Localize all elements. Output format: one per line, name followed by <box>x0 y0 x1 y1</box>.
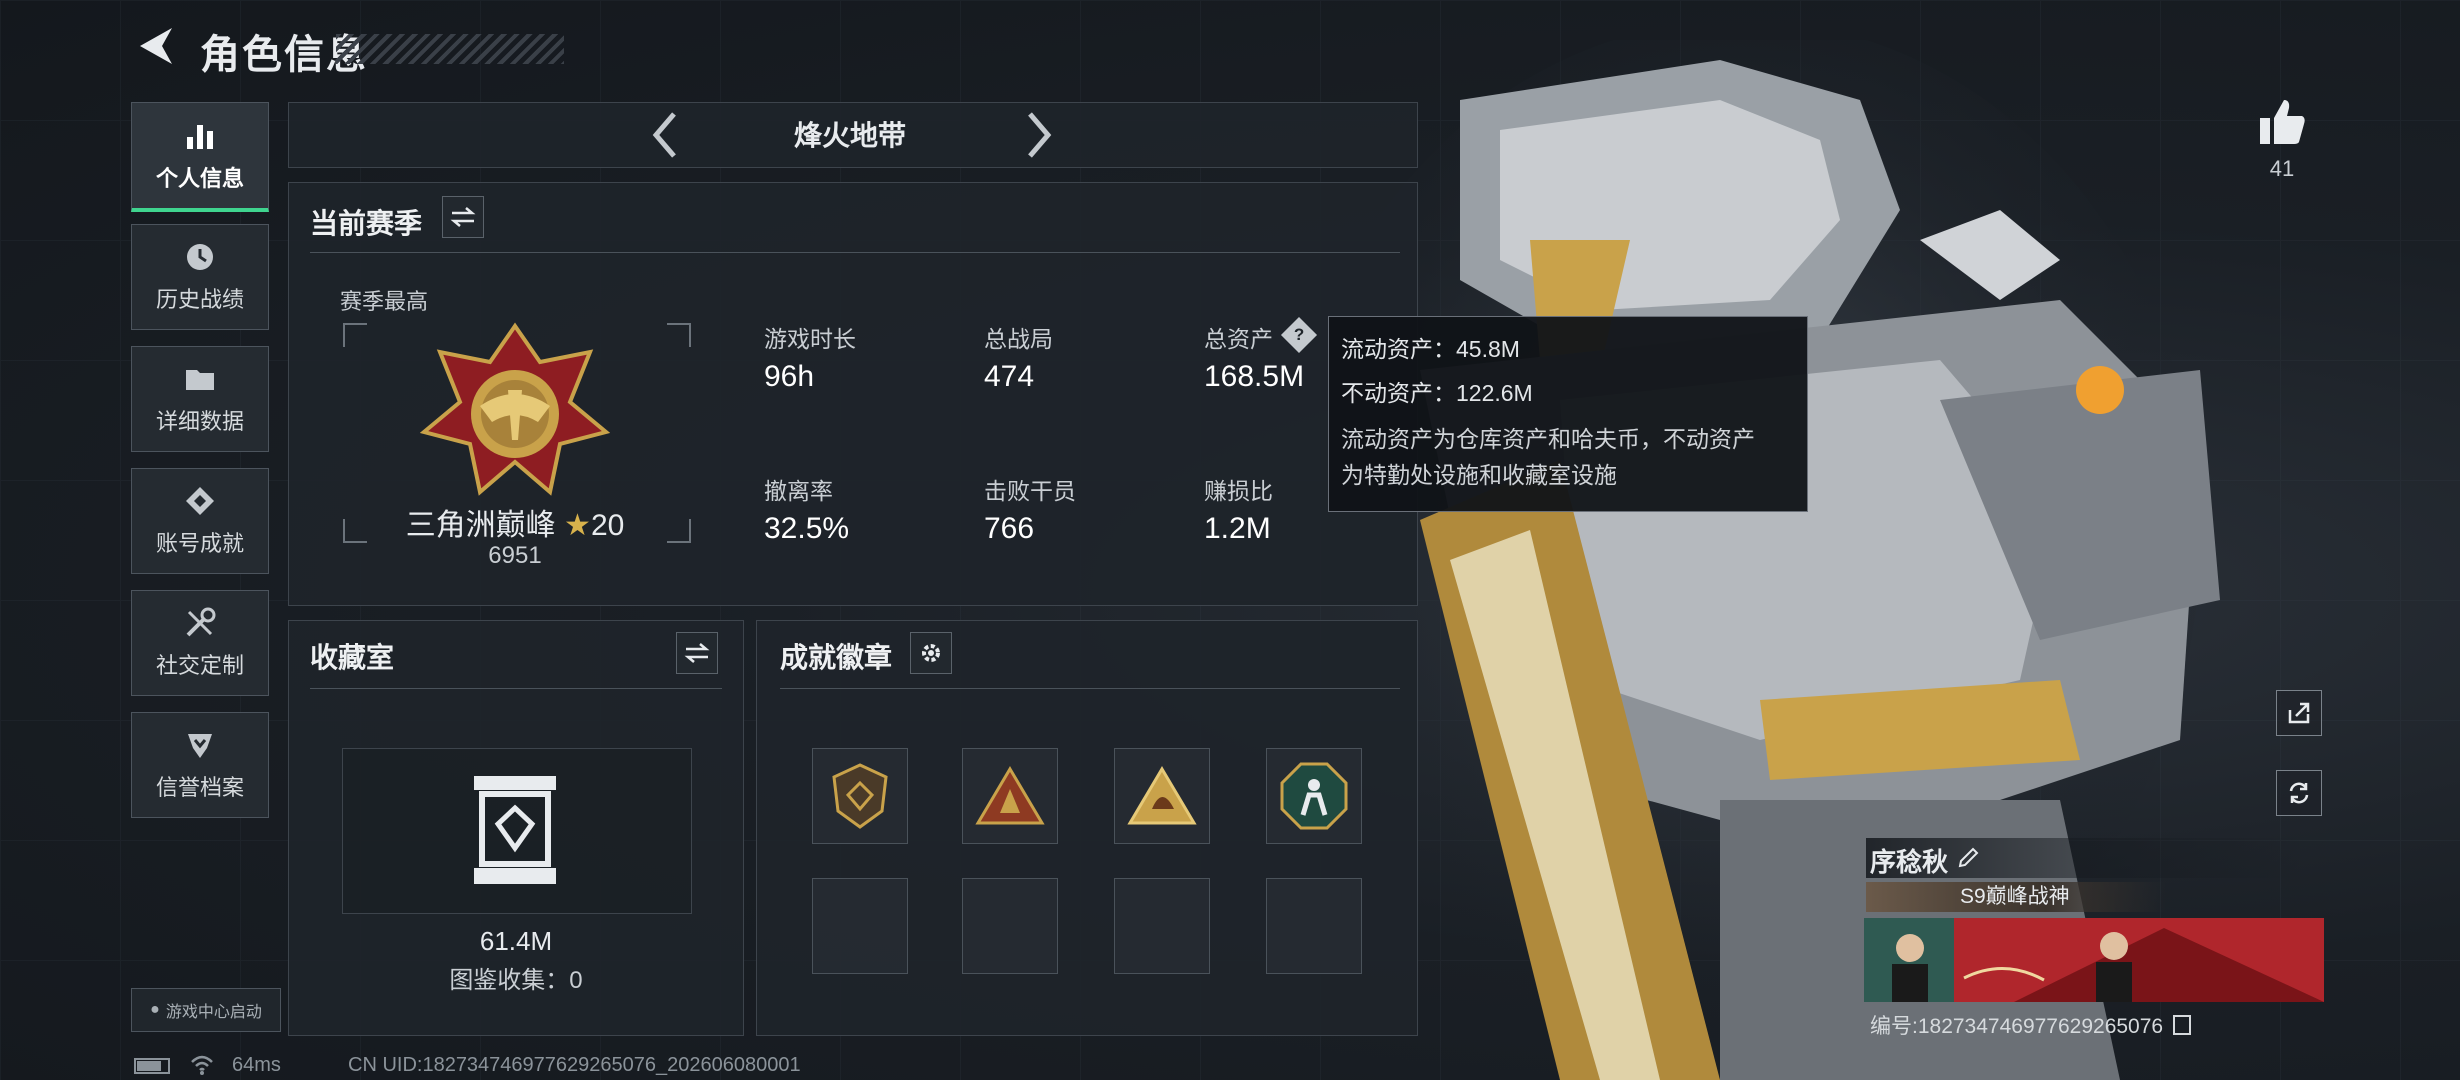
empty-badge-slot[interactable] <box>962 878 1058 974</box>
octagon-badge-icon <box>1280 762 1348 830</box>
wifi-icon <box>191 1055 213 1075</box>
season-switch-button[interactable] <box>442 196 484 238</box>
wrench-tools-icon <box>186 607 216 637</box>
uid-line: CN UID:182734746977629265076_20260608000… <box>348 1054 801 1076</box>
share-icon <box>2288 702 2310 724</box>
badges-divider <box>780 688 1400 689</box>
empty-badge-slot[interactable] <box>1266 878 1362 974</box>
back-arrow-icon[interactable] <box>132 22 176 70</box>
swap-icon <box>684 643 710 663</box>
tooltip-fixed-assets: 不动资产：122.6M <box>1341 380 1533 406</box>
thumbs-up-icon[interactable] <box>2256 96 2308 148</box>
empty-badge-slot[interactable] <box>1114 878 1210 974</box>
sidebar-item-label: 社交定制 <box>155 653 244 678</box>
catalog-progress: 图鉴收集：0 <box>449 967 583 994</box>
player-id-text: 编号:1827347469776292650​76 <box>1870 1015 2164 1038</box>
badges-settings-button[interactable] <box>910 632 952 674</box>
stat-value-extract-rate: 32.5% <box>764 512 850 545</box>
folder-icon <box>186 370 214 390</box>
title-badge: S9巅峰战神 <box>1866 882 2166 912</box>
shield-badge-icon <box>832 763 888 829</box>
tooltip-liquid-assets: 流动资产：45.8M <box>1341 336 1520 362</box>
sidebar-item-personal-info[interactable]: 个人信息 <box>131 102 269 212</box>
bar-chart-icon <box>187 124 213 149</box>
launch-label: 游戏中心启动 <box>165 1004 262 1021</box>
badge-slot[interactable] <box>812 748 908 844</box>
prev-mode-arrow-icon[interactable] <box>650 110 680 160</box>
stat-value-playtime: 96h <box>764 360 815 393</box>
tooltip-desc-line2: 为特勤处设施和收藏室设施 <box>1341 462 1617 488</box>
badge-slot[interactable] <box>1114 748 1210 844</box>
season-best-label: 赛季最高 <box>340 289 429 314</box>
rank-points: 6951 <box>488 542 542 569</box>
rank-line: 三角洲巅峰 ★20 <box>340 500 690 544</box>
stat-value-total-assets: 168.5M <box>1204 360 1305 393</box>
history-clock-icon <box>187 244 213 270</box>
sidebar-item-label: 账号成就 <box>155 531 244 556</box>
player-name: 序稔秋 <box>1870 847 1949 877</box>
badge-slot[interactable] <box>1266 748 1362 844</box>
like-count: 41 <box>2269 156 2295 181</box>
sidebar-item-details[interactable]: 详细数据 <box>131 346 269 452</box>
collection-value: 61.4M <box>479 926 553 956</box>
next-mode-arrow-icon[interactable] <box>1024 110 1054 160</box>
stat-label-total-matches: 总战局 <box>984 326 1053 352</box>
reputation-shield-icon <box>188 734 212 758</box>
sidebar-item-reputation[interactable]: 信誉档案 <box>131 712 269 818</box>
sidebar-item-achievements[interactable]: 账号成就 <box>131 468 269 574</box>
mode-label: 烽火地带 <box>793 120 906 151</box>
rank-emblem-icon <box>420 322 610 496</box>
sidebar-item-label: 个人信息 <box>155 165 244 191</box>
stat-label-kills: 击败干员 <box>984 478 1076 504</box>
display-case-icon <box>474 776 556 884</box>
collection-switch-button[interactable] <box>676 632 718 674</box>
stat-value-total-matches: 474 <box>984 360 1035 393</box>
refresh-button[interactable] <box>2276 770 2322 816</box>
game-center-launch-button[interactable]: ● 游戏中心启动 <box>131 988 281 1032</box>
title-decoration <box>336 34 564 64</box>
collection-title: 收藏室 <box>310 642 395 673</box>
sidebar-item-label: 历史战绩 <box>155 287 244 312</box>
badges-title: 成就徽章 <box>780 642 893 673</box>
edit-pencil-icon[interactable] <box>1956 846 1980 870</box>
refresh-icon <box>2289 782 2309 804</box>
stat-label-profit-ratio: 赚损比 <box>1204 478 1273 504</box>
badge-slot[interactable] <box>962 748 1058 844</box>
sidebar-item-history[interactable]: 历史战绩 <box>131 224 269 330</box>
stat-label-extract-rate: 撤离率 <box>764 478 833 504</box>
rank-name: 三角洲巅峰 <box>405 509 556 542</box>
rank-star-icon: ★ <box>564 509 591 542</box>
collection-divider <box>310 688 722 689</box>
ping-value: 64ms <box>232 1054 281 1076</box>
profile-banner-image[interactable] <box>1864 918 2324 1002</box>
sidebar-item-social[interactable]: 社交定制 <box>131 590 269 696</box>
swap-icon <box>450 207 476 227</box>
triangle-badge-icon <box>1127 766 1197 825</box>
battery-icon <box>134 1058 170 1074</box>
empty-badge-slot[interactable] <box>812 878 908 974</box>
stat-value-profit-ratio: 1.2M <box>1204 512 1271 545</box>
stat-label-total-assets: 总资产 <box>1204 326 1273 352</box>
assets-tooltip: 流动资产：45.8M 不动资产：122.6M 流动资产为仓库资产和哈夫币，不动资… <box>1328 316 1808 512</box>
gear-icon <box>922 644 940 662</box>
share-button[interactable] <box>2276 690 2322 736</box>
sidebar-item-label: 详细数据 <box>155 409 244 434</box>
rank-stars: 20 <box>590 509 625 542</box>
qq-icon: ● <box>150 1001 160 1018</box>
sidebar-item-label: 信誉档案 <box>155 775 244 800</box>
season-divider <box>310 252 1400 253</box>
season-title: 当前赛季 <box>310 208 423 239</box>
copy-icon[interactable] <box>2172 1015 2191 1035</box>
stat-value-kills: 766 <box>984 512 1035 545</box>
stat-label-playtime: 游戏时长 <box>764 326 856 352</box>
tooltip-desc-line1: 流动资产为仓库资产和哈夫币，不动资产 <box>1341 426 1755 452</box>
player-id: 编号:1827347469776292650​76 <box>1870 1010 2191 1040</box>
triangle-badge-icon <box>975 766 1045 825</box>
achievement-diamond-icon <box>186 487 214 515</box>
